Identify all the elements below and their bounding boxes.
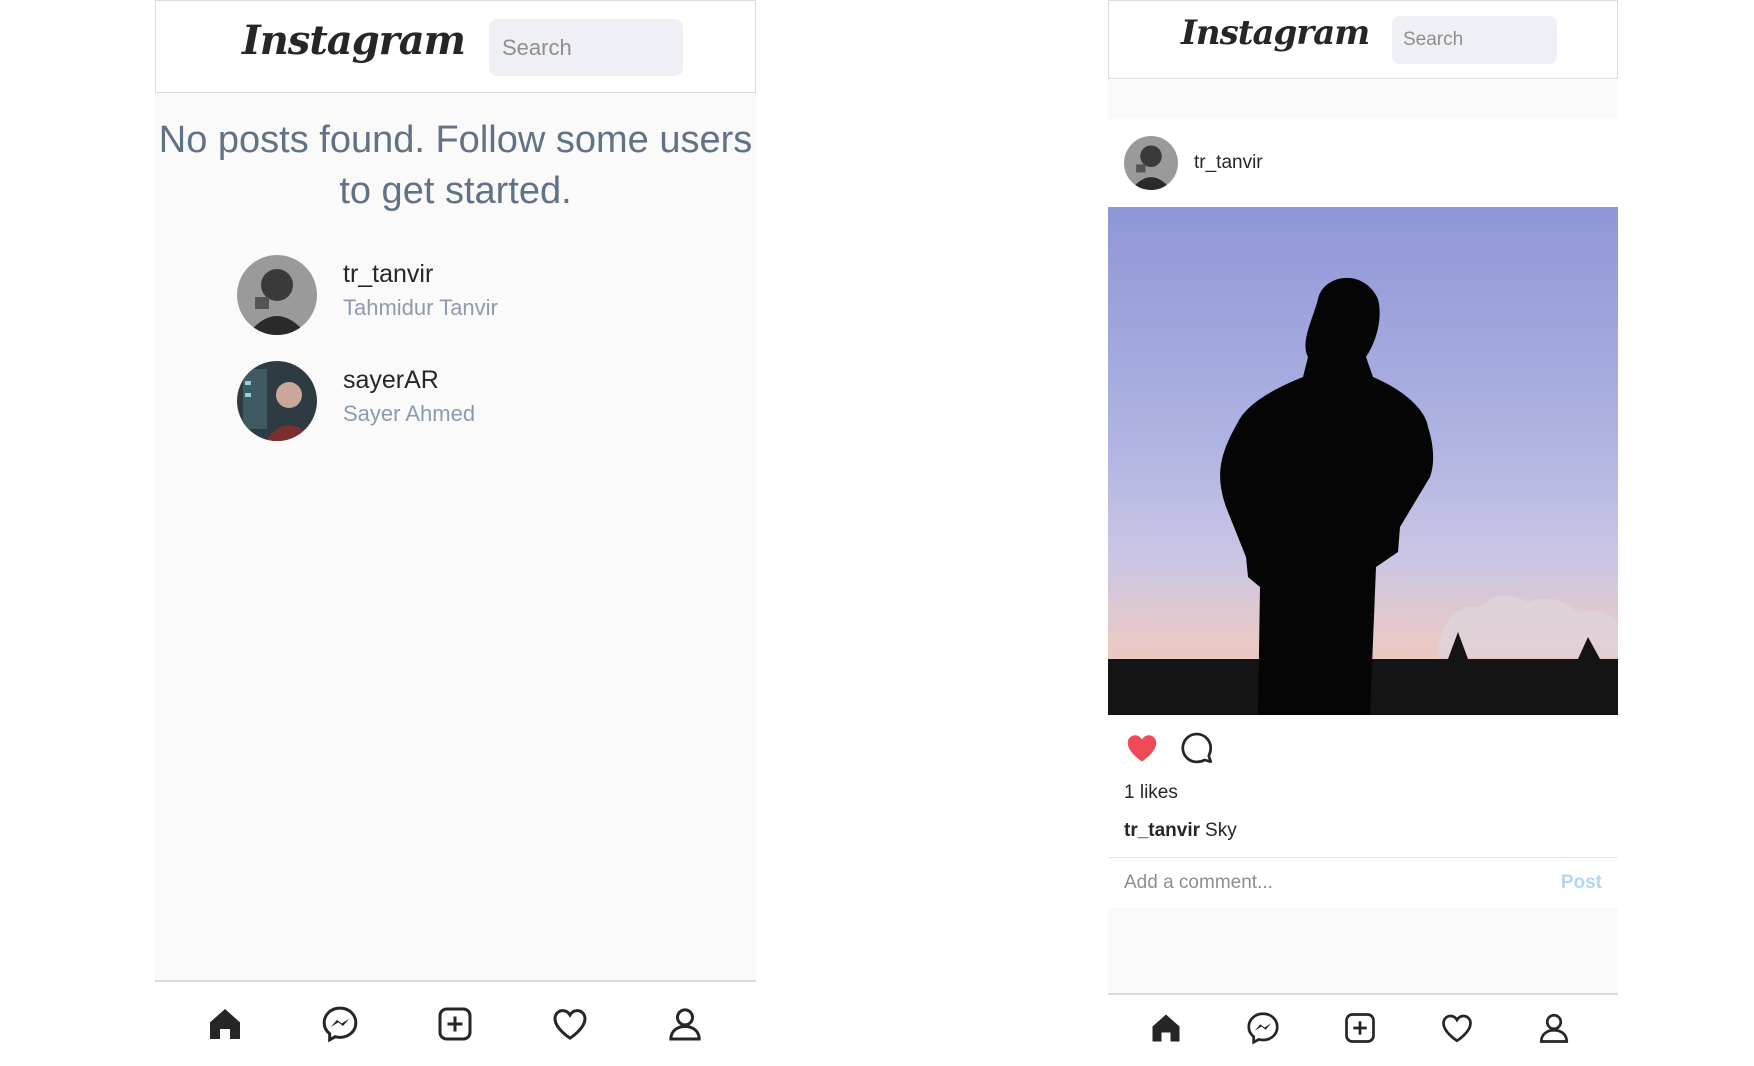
post-actions bbox=[1124, 730, 1244, 766]
bottom-nav bbox=[1108, 993, 1618, 1066]
suggested-full-name: Tahmidur Tanvir bbox=[343, 295, 498, 320]
comment-icon[interactable] bbox=[1178, 730, 1214, 771]
post-image[interactable] bbox=[1108, 207, 1618, 715]
instagram-logo[interactable]: Instagram bbox=[242, 17, 466, 64]
home-icon[interactable] bbox=[205, 1004, 245, 1049]
profile-icon[interactable] bbox=[1536, 1010, 1572, 1051]
top-header: Instagram bbox=[1108, 0, 1618, 79]
instagram-logo[interactable]: Instagram bbox=[1181, 13, 1370, 53]
comment-input[interactable] bbox=[1124, 869, 1504, 897]
post-username[interactable]: tr_tanvir bbox=[1194, 152, 1263, 174]
messenger-icon[interactable] bbox=[1245, 1010, 1281, 1051]
avatar[interactable] bbox=[237, 255, 317, 335]
suggested-username[interactable]: sayerAR bbox=[343, 366, 439, 395]
empty-feed-message: No posts found. Follow some users to get… bbox=[158, 119, 753, 212]
search-input[interactable] bbox=[489, 19, 683, 76]
top-header: Instagram bbox=[155, 0, 756, 93]
suggested-user-item[interactable]: tr_tanvir Tahmidur Tanvir bbox=[237, 255, 657, 337]
like-heart-icon[interactable] bbox=[1124, 730, 1160, 771]
post-comment-button[interactable]: Post bbox=[1561, 872, 1602, 894]
add-post-icon[interactable] bbox=[1342, 1010, 1378, 1051]
home-icon[interactable] bbox=[1148, 1010, 1184, 1051]
feed-spacer bbox=[1108, 908, 1618, 993]
caption-text: Sky bbox=[1205, 820, 1237, 841]
bottom-nav bbox=[155, 980, 756, 1066]
suggested-user-item[interactable]: sayerAR Sayer Ahmed bbox=[237, 361, 657, 443]
post-caption: tr_tanvir Sky bbox=[1124, 820, 1237, 842]
feed-spacer bbox=[1108, 80, 1618, 119]
avatar[interactable] bbox=[237, 361, 317, 441]
like-count: 1 likes bbox=[1124, 782, 1178, 803]
suggested-username[interactable]: tr_tanvir bbox=[343, 260, 433, 289]
add-post-icon[interactable] bbox=[435, 1004, 475, 1049]
comment-form: Post bbox=[1108, 857, 1618, 908]
messenger-icon[interactable] bbox=[320, 1004, 360, 1049]
heart-icon[interactable] bbox=[550, 1004, 590, 1049]
suggested-full-name: Sayer Ahmed bbox=[343, 401, 476, 426]
feed-screen: Instagram tr_tanvir bbox=[1108, 0, 1618, 1066]
avatar[interactable] bbox=[1124, 136, 1178, 190]
search-input[interactable] bbox=[1392, 16, 1557, 64]
post-header: tr_tanvir bbox=[1108, 119, 1618, 207]
profile-icon[interactable] bbox=[665, 1004, 705, 1049]
empty-feed-screen: Instagram No posts found. Follow some us… bbox=[155, 0, 756, 1066]
caption-username[interactable]: tr_tanvir bbox=[1124, 820, 1200, 841]
heart-icon[interactable] bbox=[1439, 1010, 1475, 1051]
